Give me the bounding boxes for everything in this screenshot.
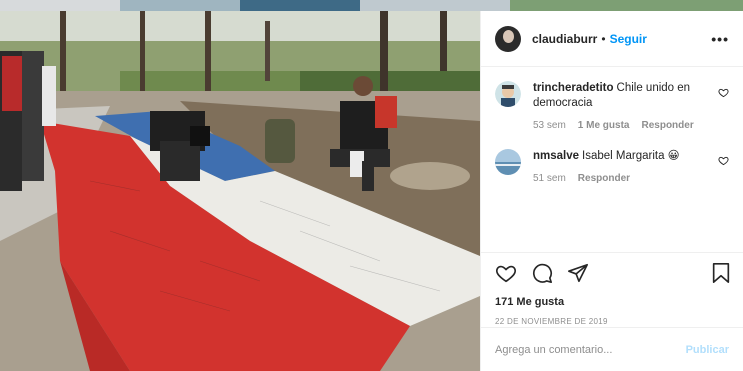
reply-button[interactable]: Responder bbox=[578, 173, 630, 184]
commenter-avatar[interactable] bbox=[495, 149, 521, 175]
post-header: claudiaburr • Seguir ••• bbox=[481, 11, 743, 67]
comment-like-heart-icon[interactable] bbox=[718, 87, 729, 98]
reply-button[interactable]: Responder bbox=[641, 120, 693, 131]
more-options-icon[interactable]: ••• bbox=[711, 31, 729, 47]
comment-like-heart-icon[interactable] bbox=[718, 155, 729, 166]
comment-username[interactable]: trincheradetito bbox=[533, 82, 614, 94]
add-comment-bar: Publicar bbox=[481, 327, 743, 371]
post-side-panel: claudiaburr • Seguir ••• trincheradetito… bbox=[480, 11, 743, 371]
bookmark-icon[interactable] bbox=[711, 262, 731, 284]
author-avatar[interactable] bbox=[495, 25, 521, 52]
post-photo[interactable] bbox=[0, 11, 480, 371]
post-date[interactable]: 22 DE NOVIEMBRE DE 2019 bbox=[495, 317, 731, 326]
action-icons bbox=[495, 261, 731, 285]
comment-item: nmsalve Isabel Margarita 😀 51 sem Respond… bbox=[495, 149, 729, 184]
comment-body: nmsalve Isabel Margarita 😀 51 sem Respond… bbox=[533, 149, 729, 184]
comment-username[interactable]: nmsalve bbox=[533, 150, 579, 162]
comment-likes[interactable]: 1 Me gusta bbox=[578, 120, 630, 131]
share-icon[interactable] bbox=[567, 262, 589, 284]
heart-icon[interactable] bbox=[495, 262, 517, 284]
publish-button[interactable]: Publicar bbox=[686, 344, 729, 356]
comment-icon[interactable] bbox=[531, 262, 553, 284]
author-username[interactable]: claudiaburr bbox=[532, 32, 597, 46]
comment-meta: 51 sem Responder bbox=[533, 173, 709, 184]
separator-dot: • bbox=[601, 31, 606, 46]
comment-text-block: trincheradetito Chile unido en democracia bbox=[533, 81, 709, 111]
comments-list: trincheradetito Chile unido en democracia… bbox=[481, 67, 743, 184]
comment-meta: 53 sem 1 Me gusta Responder bbox=[533, 120, 709, 131]
avatar-illustration bbox=[495, 81, 521, 107]
comment-text-block: nmsalve Isabel Margarita 😀 bbox=[533, 149, 709, 164]
comment-item: trincheradetito Chile unido en democracia… bbox=[495, 81, 729, 131]
comment-input[interactable] bbox=[495, 343, 686, 356]
post-image bbox=[0, 11, 480, 371]
avatar-illustration bbox=[495, 149, 521, 175]
likes-count[interactable]: 171 Me gusta bbox=[495, 296, 731, 308]
commenter-avatar[interactable] bbox=[495, 81, 521, 107]
comment-body: trincheradetito Chile unido en democracia… bbox=[533, 81, 729, 131]
comment-text: Isabel Margarita 😀 bbox=[582, 150, 680, 162]
follow-button[interactable]: Seguir bbox=[610, 32, 647, 46]
comment-age[interactable]: 51 sem bbox=[533, 173, 566, 184]
comment-age[interactable]: 53 sem bbox=[533, 120, 566, 131]
top-strip bbox=[0, 0, 743, 11]
post-actions: 171 Me gusta 22 DE NOVIEMBRE DE 2019 bbox=[481, 252, 743, 326]
